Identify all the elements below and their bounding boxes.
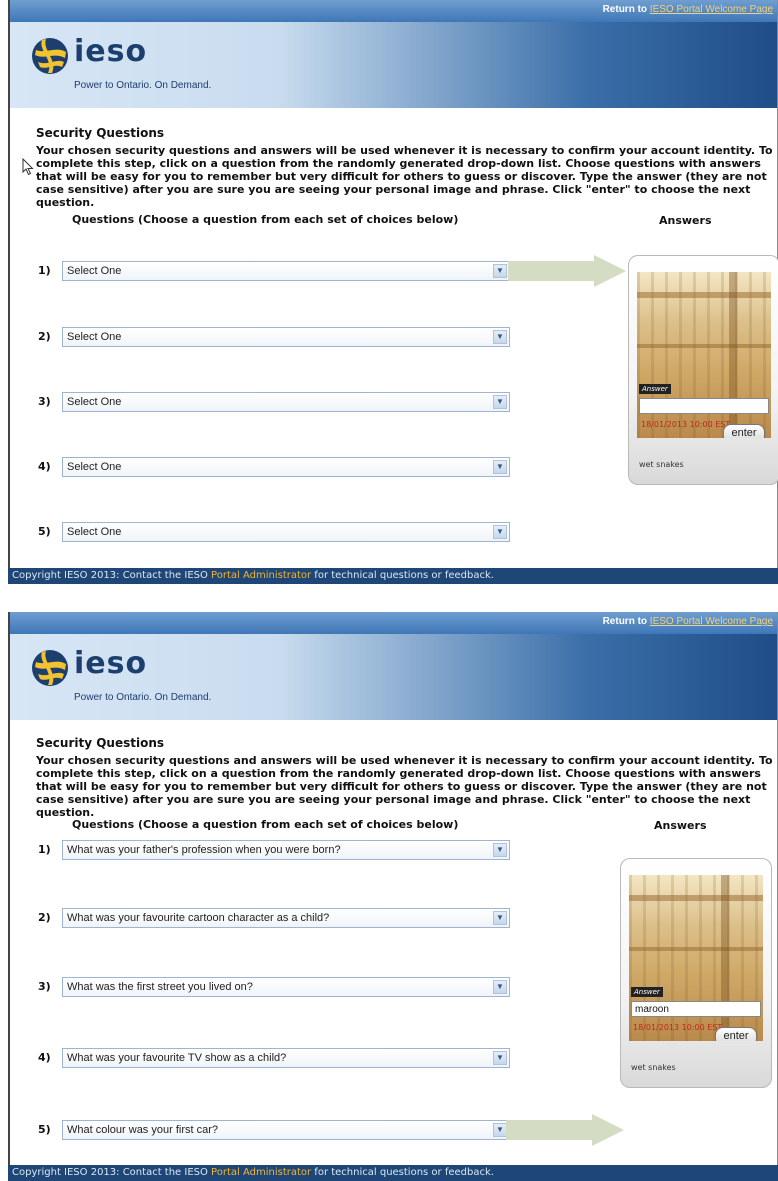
question-number: 2) [38,330,51,343]
question-4-value: What was your favourite TV show as a chi… [67,1052,287,1064]
personal-image: Answer 18/01/2013 10:00 EST enter [629,875,763,1041]
enter-button[interactable]: enter [723,424,765,438]
question-number: 1) [38,843,51,856]
enter-button[interactable]: enter [715,1027,757,1041]
active-question-arrow-icon [508,255,626,287]
security-questions-section: Security Questions Your chosen security … [36,126,773,209]
logo-tagline: Power to Ontario. On Demand. [74,80,212,91]
chevron-down-icon[interactable]: ▼ [493,1123,507,1137]
question-2-value: What was your favourite cartoon characte… [67,912,330,924]
question-2-value: Select One [67,331,122,343]
question-number: 1) [38,264,51,277]
portal-welcome-link[interactable]: IESO Portal Welcome Page [650,4,773,15]
question-1-select[interactable]: Select One ▼ [62,261,510,281]
top-bar: Return to IESO Portal Welcome Page [10,612,777,634]
question-5-select[interactable]: Select One ▼ [62,522,510,542]
instructions-text: Your chosen security questions and answe… [36,754,773,819]
question-4-select[interactable]: What was your favourite TV show as a chi… [62,1048,510,1068]
photo-detail [629,947,763,951]
logo-tagline: Power to Ontario. On Demand. [74,692,212,703]
portal-administrator-link[interactable]: Portal Administrator [211,1167,311,1178]
chevron-down-icon[interactable]: ▼ [493,395,507,409]
question-2-select[interactable]: What was your favourite cartoon characte… [62,908,510,928]
question-3-value: Select One [67,396,122,408]
answer-input[interactable] [631,1001,761,1017]
question-number: 3) [38,395,51,408]
question-5-select[interactable]: What colour was your first car? ▼ [62,1120,510,1140]
question-1-value: Select One [67,265,122,277]
answer-label: Answer [639,384,671,394]
question-number: 5) [38,1123,51,1136]
chevron-down-icon[interactable]: ▼ [493,1051,507,1065]
active-question-arrow-icon [506,1114,624,1146]
answers-header: Answers [654,819,707,832]
photo-detail [637,292,771,298]
question-1-select[interactable]: What was your father's profession when y… [62,840,510,860]
chevron-down-icon[interactable]: ▼ [493,525,507,539]
return-prefix: Return to [602,4,650,15]
question-3-value: What was the first street you lived on? [67,981,253,993]
ieso-globe-icon [32,650,68,686]
ieso-globe-icon [32,38,68,74]
answer-panel: Answer 18/01/2013 10:00 EST enter wet sn… [620,858,772,1088]
page-header: ieso Power to Ontario. On Demand. [10,22,777,108]
mouse-cursor-icon [22,158,34,176]
chevron-down-icon[interactable]: ▼ [493,264,507,278]
personal-phrase: wet snakes [631,1063,676,1072]
section-title: Security Questions [36,126,165,140]
question-4-select[interactable]: Select One ▼ [62,457,510,477]
question-number: 3) [38,980,51,993]
page-footer: Copyright IESO 2013: Contact the IESO Po… [8,568,778,584]
question-number: 5) [38,525,51,538]
questions-header: Questions (Choose a question from each s… [72,213,459,226]
footer-prefix: Copyright IESO 2013: Contact the IESO [12,1167,212,1178]
answer-label: Answer [631,987,663,997]
questions-header: Questions (Choose a question from each s… [72,818,459,831]
instructions-text: Your chosen security questions and answe… [36,144,773,209]
image-timestamp: 18/01/2013 10:00 EST [641,420,731,429]
question-3-select[interactable]: What was the first street you lived on? … [62,977,510,997]
chevron-down-icon[interactable]: ▼ [493,330,507,344]
question-number: 4) [38,460,51,473]
question-1-value: What was your father's profession when y… [67,844,341,856]
question-4-value: Select One [67,461,122,473]
chevron-down-icon[interactable]: ▼ [493,460,507,474]
security-questions-section: Security Questions Your chosen security … [36,736,773,819]
chevron-down-icon[interactable]: ▼ [493,843,507,857]
page-header: ieso Power to Ontario. On Demand. [10,634,777,720]
answer-panel: Answer 18/01/2013 10:00 EST enter wet sn… [628,255,778,485]
top-bar: Return to IESO Portal Welcome Page [10,0,777,22]
logo-wordmark: ieso [74,646,148,681]
question-5-value: What colour was your first car? [67,1124,218,1136]
footer-prefix: Copyright IESO 2013: Contact the IESO [12,570,212,581]
return-prefix: Return to [602,616,650,627]
answers-header: Answers [659,214,712,227]
personal-phrase: wet snakes [639,460,684,469]
logo-wordmark: ieso [74,34,148,69]
portal-administrator-link[interactable]: Portal Administrator [211,570,311,581]
screenshot-panel-2: Return to IESO Portal Welcome Page ieso … [8,612,778,1181]
portal-welcome-link[interactable]: IESO Portal Welcome Page [650,616,773,627]
screenshot-panel-1: Return to IESO Portal Welcome Page ieso … [8,0,778,584]
footer-suffix: for technical questions or feedback. [311,1167,494,1178]
page-footer: Copyright IESO 2013: Contact the IESO Po… [8,1165,778,1181]
question-5-value: Select One [67,526,122,538]
photo-detail [629,895,763,901]
footer-suffix: for technical questions or feedback. [311,570,494,581]
section-title: Security Questions [36,736,165,750]
chevron-down-icon[interactable]: ▼ [493,911,507,925]
photo-detail [637,344,771,348]
answer-input[interactable] [639,398,769,414]
question-number: 4) [38,1051,51,1064]
question-2-select[interactable]: Select One ▼ [62,327,510,347]
personal-image: Answer 18/01/2013 10:00 EST enter [637,272,771,438]
image-timestamp: 18/01/2013 10:00 EST [633,1023,723,1032]
chevron-down-icon[interactable]: ▼ [493,980,507,994]
question-3-select[interactable]: Select One ▼ [62,392,510,412]
question-number: 2) [38,911,51,924]
